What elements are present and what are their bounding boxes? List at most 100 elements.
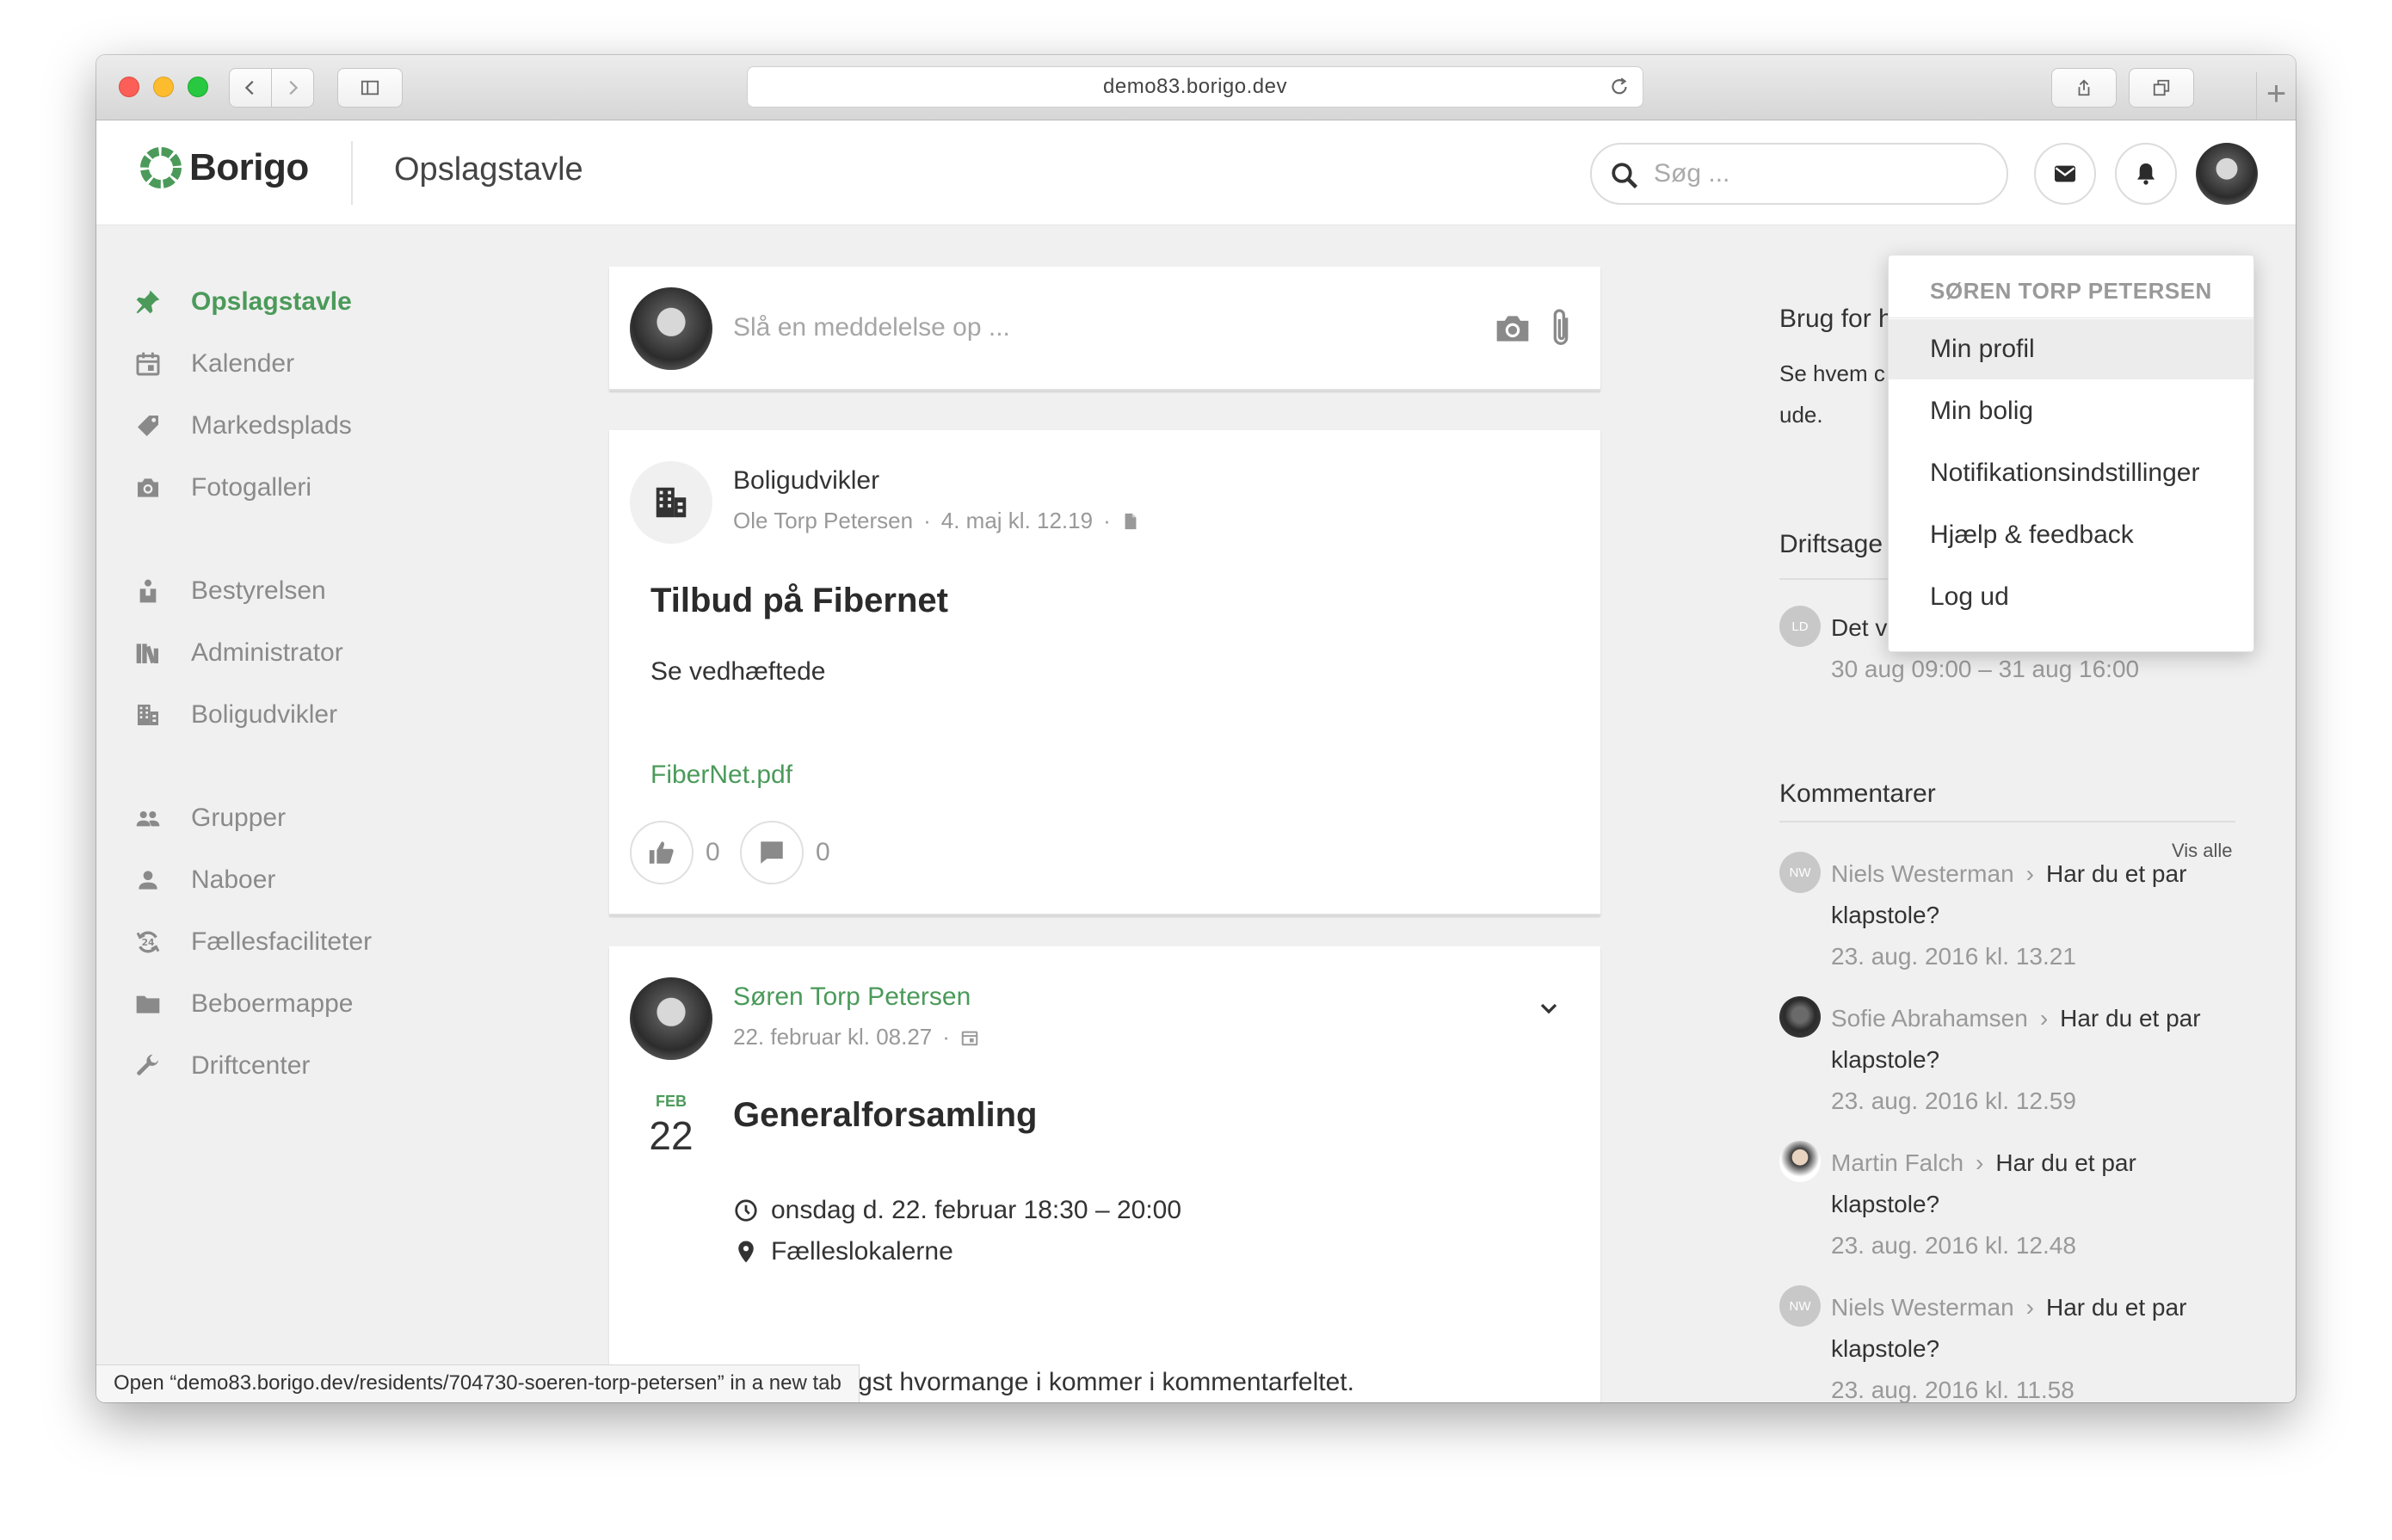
sidebar-item-label: Kalender <box>191 349 295 378</box>
sidebar-item-markedsplads[interactable]: Markedsplads <box>131 404 352 447</box>
folder-icon <box>136 995 160 1013</box>
reload-icon[interactable] <box>1608 76 1631 98</box>
sidebar-item-label: Fællesfaciliteter <box>191 927 373 956</box>
sidebar-item-label: Administrator <box>191 638 343 667</box>
user-menu-name: SØREN TORP PETERSEN <box>1930 278 2212 304</box>
comment-icon <box>761 841 783 864</box>
like-button[interactable] <box>630 821 694 884</box>
comment-date: 23. aug. 2016 kl. 12.48 <box>1831 1232 2076 1259</box>
commenter-avatar[interactable]: NW <box>1779 852 1821 893</box>
post-title: Tilbud på Fibernet <box>650 582 948 619</box>
chevron-left-icon <box>244 80 254 95</box>
help-title: Brug for h <box>1779 305 1893 333</box>
back-button[interactable] <box>229 68 272 108</box>
sidebar-item-fotogalleri[interactable]: Fotogalleri <box>131 466 311 509</box>
like-count: 0 <box>706 838 720 866</box>
close-window-button[interactable] <box>119 77 139 97</box>
sidebar-item-faellesfaciliteter[interactable]: 24 Fællesfaciliteter <box>131 921 372 964</box>
meta-separator: · <box>1103 508 1111 533</box>
comment-text-continued: klapstole? <box>1831 1046 1940 1073</box>
source-avatar[interactable] <box>630 461 712 544</box>
post-author[interactable]: Søren Torp Petersen <box>733 983 971 1012</box>
sidebar-toggle-button[interactable] <box>337 68 403 108</box>
forward-button[interactable] <box>271 68 314 108</box>
attachment-link[interactable]: FiberNet.pdf <box>650 761 792 790</box>
calendar-icon <box>961 1031 978 1045</box>
commenter-name: Niels Westerman <box>1831 1294 2014 1321</box>
commenter-avatar[interactable] <box>1779 1141 1821 1182</box>
comments-divider <box>1779 821 2235 822</box>
paperclip-icon[interactable] <box>1544 306 1578 349</box>
commenter-name: Sofie Abrahamsen <box>1831 1005 2028 1032</box>
sidebar-item-label: Boligudvikler <box>191 700 338 729</box>
post-date: 4. maj kl. 12.19 <box>940 508 1094 533</box>
ops-event-time: 30 aug 09:00 – 31 aug 16:00 <box>1831 656 2140 682</box>
composer-input[interactable] <box>733 306 1421 349</box>
post-by[interactable]: Ole Torp Petersen <box>733 508 913 534</box>
sidebar-item-administrator[interactable]: Administrator <box>131 631 343 675</box>
sidebar-item-kalender[interactable]: Kalender <box>131 342 294 385</box>
app-header: Borigo Opslagstavle <box>96 120 2296 225</box>
menu-item-help-feedback[interactable]: Hjælp & feedback <box>1889 505 2253 565</box>
see-all-link[interactable]: Vis alle <box>2172 840 2233 862</box>
notifications-button[interactable] <box>2115 143 2177 205</box>
browser-window: demo83.borigo.dev + Borigo Opslagstavle <box>96 55 2296 1402</box>
sidebar-item-naboer[interactable]: Naboer <box>131 859 275 902</box>
sidebar-item-bestyrelsen[interactable]: Bestyrelsen <box>131 570 326 613</box>
chevron-right-icon: › <box>2025 860 2034 887</box>
svg-text:24: 24 <box>142 937 155 948</box>
menu-item-min-profil[interactable]: Min profil <box>1889 319 2253 379</box>
sidebar-item-label: Naboer <box>191 865 276 894</box>
event-initials-avatar: LD <box>1779 606 1821 647</box>
user-menu-divider <box>1889 317 2253 318</box>
sidebar-item-grupper[interactable]: Grupper <box>131 797 286 840</box>
event-time-row: onsdag d. 22. februar 18:30 – 20:00 <box>733 1196 1181 1225</box>
menu-item-log-out[interactable]: Log ud <box>1889 567 2253 627</box>
facilities-icon: 24 <box>136 931 160 953</box>
share-button[interactable] <box>2051 68 2117 108</box>
comment-item[interactable]: Sofie Abrahamsen › Har du et par <box>1831 1005 2201 1032</box>
sidebar-item-driftcenter[interactable]: Driftcenter <box>131 1044 310 1087</box>
address-bar[interactable]: demo83.borigo.dev <box>747 66 1643 108</box>
chevron-down-icon[interactable] <box>1535 995 1563 1022</box>
commenter-avatar[interactable]: NW <box>1779 1285 1821 1327</box>
meta-separator: · <box>942 1024 950 1050</box>
event-day: 22 <box>649 1113 694 1158</box>
clock-icon <box>735 1199 757 1222</box>
comment-date: 23. aug. 2016 kl. 13.21 <box>1831 943 2076 970</box>
minimize-window-button[interactable] <box>153 77 174 97</box>
comment-item[interactable]: Niels Westerman › Har du et par <box>1831 1294 2186 1321</box>
browser-titlebar: demo83.borigo.dev + <box>96 55 2296 120</box>
messages-button[interactable] <box>2034 143 2096 205</box>
comment-item[interactable]: Martin Falch › Har du et par <box>1831 1149 2136 1177</box>
camera-icon[interactable] <box>1494 310 1532 348</box>
search-input[interactable] <box>1654 155 1981 193</box>
menu-item-notifications[interactable]: Notifikationsindstillinger <box>1889 443 2253 503</box>
chevron-right-icon <box>289 80 299 95</box>
menu-item-min-bolig[interactable]: Min bolig <box>1889 381 2253 441</box>
sidebar-item-label: Beboermappe <box>191 989 354 1018</box>
commenter-name: Niels Westerman <box>1831 860 2014 887</box>
new-tab-button[interactable]: + <box>2256 72 2296 120</box>
author-avatar[interactable] <box>630 977 712 1060</box>
sidebar-item-boligudvikler[interactable]: Boligudvikler <box>131 693 337 736</box>
sidebar-item-opslagstavle[interactable]: Opslagstavle <box>131 280 352 323</box>
calendar-icon <box>136 352 160 376</box>
search-icon <box>1612 163 1638 189</box>
operations-title: Driftsage <box>1779 530 1883 558</box>
post-card-generalforsamling: Søren Torp Petersen 22. februar kl. 08.2… <box>609 946 1600 1402</box>
comment-button[interactable] <box>740 821 804 884</box>
user-avatar-button[interactable] <box>2196 143 2258 205</box>
comment-text: Har du et par <box>1995 1149 2136 1176</box>
post-author[interactable]: Boligudvikler <box>733 466 879 496</box>
logo[interactable]: Borigo <box>139 146 309 189</box>
composer-avatar <box>630 287 712 370</box>
zoom-window-button[interactable] <box>188 77 208 97</box>
comment-item[interactable]: Niels Westerman › Har du et par <box>1831 860 2186 888</box>
commenter-avatar[interactable] <box>1779 996 1821 1038</box>
document-icon <box>1125 513 1137 529</box>
tabs-overview-button[interactable] <box>2129 68 2194 108</box>
person-icon <box>139 871 157 890</box>
comment-text-continued: klapstole? <box>1831 902 1940 928</box>
sidebar-item-beboermappe[interactable]: Beboermappe <box>131 983 353 1026</box>
